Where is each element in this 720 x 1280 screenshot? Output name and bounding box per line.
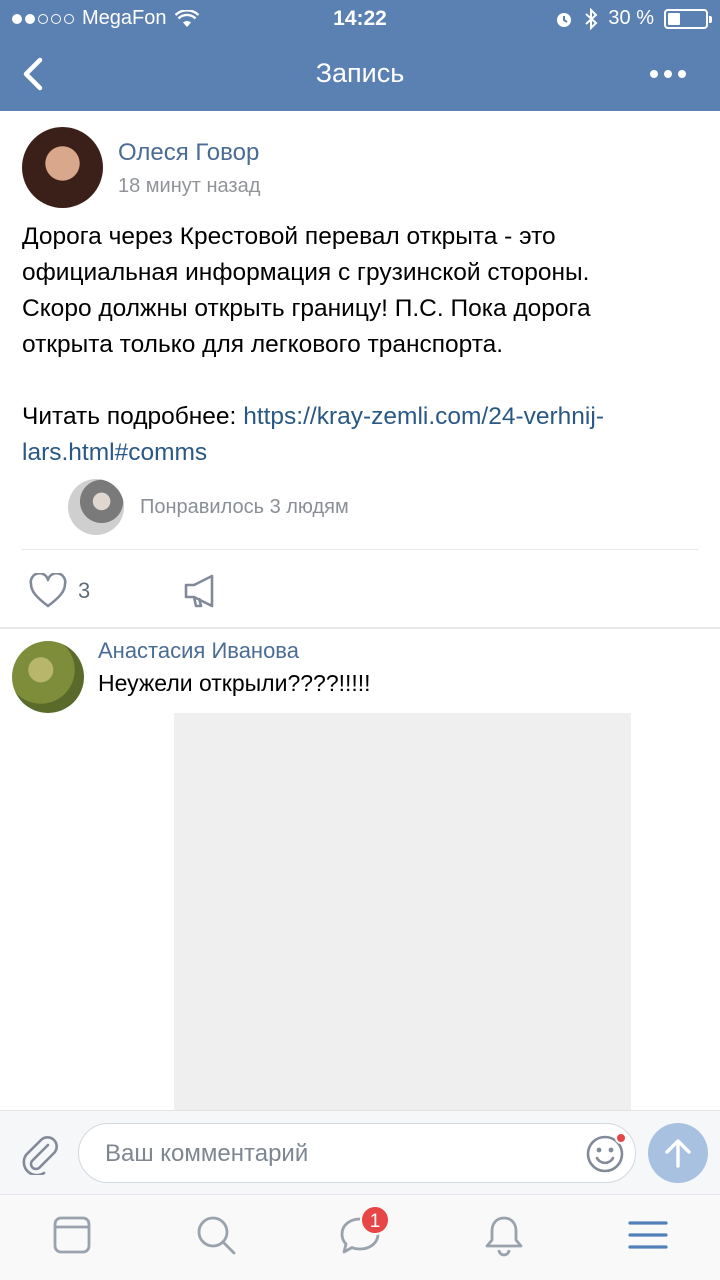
comment-author-avatar[interactable] — [12, 641, 84, 713]
send-button[interactable] — [648, 1123, 708, 1183]
page-title: Запись — [315, 58, 405, 88]
comment-input-bar: Ваш комментарий — [0, 1110, 720, 1194]
alarm-icon — [557, 12, 572, 27]
likes-text: Понравилось 3 людям — [140, 495, 349, 518]
bluetooth-icon — [585, 7, 598, 30]
battery-percent: 30 % — [608, 7, 654, 29]
divider — [22, 549, 698, 550]
tab-news[interactable] — [50, 1213, 94, 1257]
notification-dot — [615, 1132, 627, 1144]
post-link[interactable]: https://kray-zemli.com/24-verhnij- — [243, 403, 604, 430]
read-more-label: Читать подробнее: — [22, 403, 237, 430]
header: MegaFon 14:22 30 % Запись — [0, 0, 720, 111]
more-dots-icon — [650, 70, 658, 78]
comment-text: Неужели открыли????!!!!! — [98, 670, 371, 696]
post-text-line: Скоро должны открыть границу! П.С. Пока … — [22, 295, 591, 322]
post-time: 18 минут назад — [118, 175, 261, 197]
likes-summary[interactable]: Понравилось 3 людям — [68, 479, 349, 535]
emoji-button[interactable] — [585, 1132, 627, 1174]
tab-messages[interactable]: 1 — [338, 1205, 390, 1257]
post-author-name[interactable]: Олеся Говор — [118, 139, 259, 167]
news-icon — [53, 1216, 91, 1254]
post-actions: 3 — [28, 569, 222, 613]
post-text-line: официальная информация с грузинской стор… — [22, 259, 590, 286]
comment-author-name[interactable]: Анастасия Иванова — [98, 638, 299, 664]
tab-notifications[interactable] — [482, 1213, 526, 1257]
comment-input[interactable]: Ваш комментарий — [78, 1123, 636, 1183]
tab-search[interactable] — [194, 1213, 238, 1257]
heart-icon[interactable] — [28, 573, 68, 609]
post-text-line: Дорога через Крестовой перевал открыта -… — [22, 223, 556, 250]
share-icon[interactable] — [182, 573, 222, 609]
screen: MegaFon 14:22 30 % Запись Олеся Говор 18… — [0, 0, 720, 1280]
battery-icon — [664, 8, 712, 29]
post-link-continued[interactable]: lars.html#comms — [22, 439, 207, 466]
attach-button[interactable] — [18, 1131, 60, 1177]
bell-icon — [485, 1216, 523, 1257]
post-text-line: открыта только для легкового транспорта. — [22, 331, 504, 358]
menu-icon — [628, 1221, 668, 1249]
messages-badge: 1 — [360, 1205, 390, 1235]
like-count: 3 — [78, 578, 91, 603]
liker-avatar — [68, 479, 124, 535]
comment-placeholder: Ваш комментарий — [105, 1140, 309, 1167]
tab-menu[interactable] — [626, 1213, 670, 1257]
nav-bar: Запись — [0, 38, 720, 111]
arrow-up-icon — [665, 1139, 691, 1168]
section-separator — [0, 627, 720, 629]
status-right: 30 % — [554, 7, 712, 30]
more-button[interactable] — [650, 66, 690, 82]
status-bar: MegaFon 14:22 30 % — [0, 0, 720, 38]
paperclip-icon — [22, 1136, 58, 1177]
search-icon — [197, 1216, 236, 1255]
post-text: Дорога через Крестовой перевал открыта -… — [22, 219, 702, 471]
comment-image-placeholder[interactable] — [174, 713, 631, 1110]
author-avatar[interactable] — [22, 127, 103, 208]
tab-bar: 1 — [0, 1194, 720, 1280]
